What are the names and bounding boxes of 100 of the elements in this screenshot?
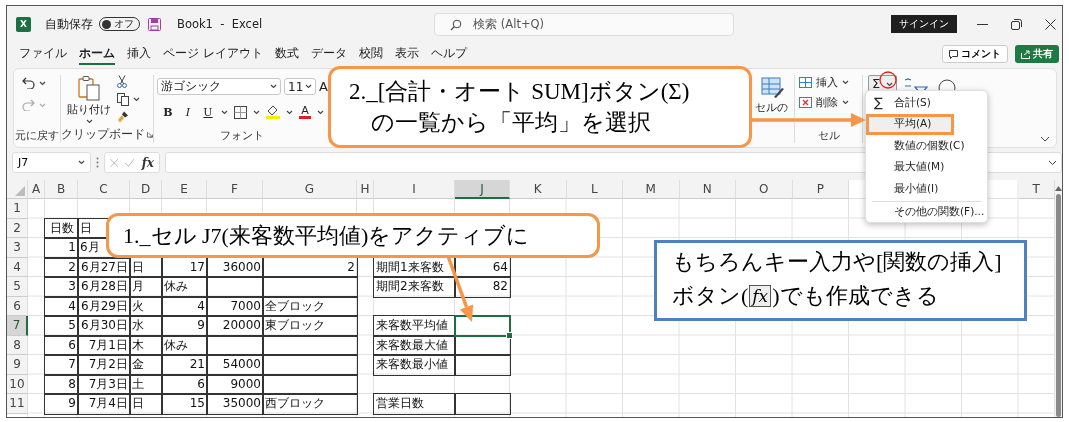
note-text: )でも作成できる: [772, 282, 939, 310]
share-button[interactable]: 共有: [1015, 45, 1059, 63]
row-header[interactable]: 5: [7, 277, 28, 297]
caret-icon: [85, 119, 93, 124]
cells-button[interactable]: 挿入: [799, 75, 849, 90]
column-header[interactable]: B: [45, 180, 78, 199]
menu-tab[interactable]: ホーム: [79, 43, 115, 65]
fx-symbol: fx: [749, 285, 772, 307]
menu-item[interactable]: 数値の個数(C): [866, 135, 987, 157]
caret-icon: [305, 84, 312, 89]
search-field[interactable]: 検索 (Alt+Q): [434, 12, 735, 36]
dialog-launcher-icon[interactable]: [147, 131, 153, 138]
menu-item[interactable]: 最小値(I): [866, 178, 987, 200]
save-icon[interactable]: [148, 17, 161, 31]
row-header[interactable]: 9: [7, 355, 28, 375]
clipboard-icon: [78, 75, 100, 101]
column-header[interactable]: O: [736, 180, 793, 199]
table-cell: 期間1来客数: [374, 257, 455, 277]
menu-item[interactable]: 平均(A): [866, 113, 954, 135]
table-cell: 7月2日: [78, 355, 130, 375]
menu-tab[interactable]: ヘルプ: [430, 43, 467, 65]
format-button[interactable]: U: [201, 105, 215, 119]
cells-button[interactable]: 削除: [799, 95, 849, 110]
restore-icon[interactable]: [1011, 18, 1022, 30]
column-header[interactable]: L: [566, 180, 623, 199]
font-size-dropdown[interactable]: 11: [284, 78, 316, 95]
column-header[interactable]: E: [162, 180, 207, 199]
group-label: フォント: [219, 128, 264, 143]
menu-item[interactable]: その他の関数(F)...: [866, 201, 987, 223]
fill-color-icon[interactable]: [266, 105, 280, 119]
table-cell: 1: [45, 238, 78, 258]
note-text: もちろんキー入力や[関数の挿入]: [672, 248, 1003, 276]
column-header[interactable]: C: [78, 180, 130, 199]
table-cell: 64: [455, 257, 510, 277]
menu-item[interactable]: ∑ 合計(S): [866, 92, 987, 114]
undo-icon[interactable]: [22, 77, 35, 89]
font-color-button[interactable]: A: [299, 105, 311, 119]
table-cell: 9: [162, 316, 207, 336]
column-header[interactable]: T: [1018, 180, 1055, 199]
table-cell: 期間2来客数: [374, 277, 455, 297]
copy-icon[interactable]: [117, 93, 129, 106]
row-header[interactable]: 11: [7, 394, 28, 414]
font-name-dropdown[interactable]: 游ゴシック: [157, 78, 281, 95]
column-header[interactable]: M: [623, 180, 680, 199]
caret-icon: [39, 102, 46, 108]
callout-text: の一覧から「平均」を選択: [370, 109, 651, 137]
name-box[interactable]: J7: [12, 152, 91, 173]
menu-tab[interactable]: 挿入: [127, 43, 151, 65]
table-cell: 9000: [207, 374, 263, 394]
column-header[interactable]: I: [374, 180, 455, 199]
column-header[interactable]: K: [510, 180, 567, 199]
scrollbar-thumb[interactable]: [1056, 194, 1061, 417]
close-icon[interactable]: [1045, 18, 1056, 30]
scroll-up-icon[interactable]: [1055, 186, 1062, 191]
table-cell: [207, 277, 263, 297]
menu-tab[interactable]: ファイル: [19, 43, 67, 65]
note-text: ボタン(: [672, 282, 749, 310]
column-header[interactable]: G: [263, 180, 357, 199]
paste-button[interactable]: 貼り付け: [67, 75, 111, 126]
table-cell: 4: [45, 296, 78, 316]
column-header[interactable]: P: [792, 180, 849, 199]
caret-icon: [842, 80, 849, 85]
comment-button[interactable]: コメント: [942, 45, 1008, 63]
column-header[interactable]: F: [207, 180, 263, 199]
column-header[interactable]: D: [130, 180, 162, 199]
comment-icon: [949, 49, 958, 59]
menu-tab[interactable]: ページ レイアウト: [163, 43, 263, 65]
expand-icon[interactable]: [1048, 159, 1057, 166]
menu-tab[interactable]: 表示: [394, 43, 419, 65]
table-cell: 6月30日: [78, 316, 130, 336]
table-cell: 7月3日: [78, 374, 130, 394]
row-header[interactable]: 7: [7, 316, 28, 336]
active-cell[interactable]: [455, 316, 510, 336]
format-button[interactable]: B: [161, 105, 175, 119]
cell-styles-icon[interactable]: [759, 77, 784, 99]
grow-font-button[interactable]: A: [319, 79, 328, 94]
row-header[interactable]: 3: [7, 238, 28, 258]
table-cell: 金: [130, 355, 162, 375]
scissors-icon[interactable]: [117, 75, 127, 88]
menu-tab[interactable]: 校閲: [358, 43, 383, 65]
column-header[interactable]: J: [455, 180, 510, 199]
insert-function-button[interactable]: fx: [141, 155, 154, 170]
row-header[interactable]: 1: [7, 199, 28, 219]
border-icon[interactable]: [234, 105, 247, 119]
column-header[interactable]: H: [357, 180, 374, 199]
table-cell: 3: [45, 277, 78, 297]
sign-in-button[interactable]: サインイン: [891, 15, 957, 33]
paintbrush-icon[interactable]: [117, 111, 129, 123]
table-cell: 来客数最大値: [374, 335, 455, 355]
menu-item[interactable]: 最大値(M): [866, 156, 987, 178]
table-cell: 日数: [45, 218, 78, 238]
column-header[interactable]: N: [679, 180, 736, 199]
table-cell: 15: [162, 394, 207, 414]
column-header[interactable]: A: [28, 180, 45, 199]
menu-tab[interactable]: 数式: [274, 43, 299, 65]
menu-tab[interactable]: データ: [310, 43, 347, 65]
format-button[interactable]: I: [181, 105, 195, 119]
group-label: セル: [817, 128, 840, 143]
collapse-ribbon-icon[interactable]: [1040, 136, 1050, 142]
cell-styles-button[interactable]: セルの: [755, 100, 788, 115]
